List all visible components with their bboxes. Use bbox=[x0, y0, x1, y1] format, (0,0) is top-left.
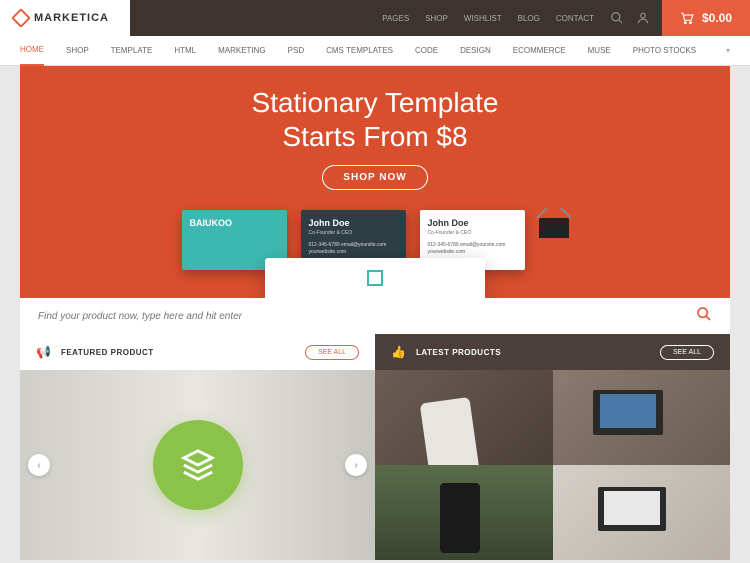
next-arrow[interactable]: › bbox=[345, 454, 367, 476]
nav-html[interactable]: HTML bbox=[174, 36, 196, 65]
nav-contact[interactable]: CONTACT bbox=[556, 14, 594, 23]
featured-title: FEATURED PRODUCT bbox=[61, 348, 295, 357]
featured-product-slide[interactable]: ‹ › bbox=[20, 370, 375, 560]
card-title: John Doe bbox=[309, 218, 398, 228]
nav-code[interactable]: CODE bbox=[415, 36, 438, 65]
product-thumb-2[interactable] bbox=[553, 370, 731, 465]
product-gallery: ‹ › bbox=[20, 370, 730, 560]
top-nav: PAGES SHOP WISHLIST BLOG CONTACT bbox=[382, 11, 662, 25]
nav-stocks[interactable]: PHOTO STOCKS bbox=[633, 36, 696, 65]
nav-shop[interactable]: SHOP bbox=[425, 14, 448, 23]
product-badge bbox=[153, 420, 243, 510]
search-icon[interactable] bbox=[610, 11, 624, 25]
nav-home[interactable]: HOME bbox=[20, 35, 44, 66]
nav-marketing[interactable]: MARKETING bbox=[218, 36, 266, 65]
card-sub: Co-Founder & CEO bbox=[309, 230, 398, 236]
nav-pages[interactable]: PAGES bbox=[382, 14, 409, 23]
nav-muse[interactable]: MUSE bbox=[588, 36, 611, 65]
product-thumb-1[interactable] bbox=[375, 370, 553, 465]
nav-shop-main[interactable]: SHOP bbox=[66, 36, 89, 65]
product-thumb-4[interactable] bbox=[553, 465, 731, 560]
card-sub: Co-Founder & CEO bbox=[428, 230, 517, 236]
binder-clip-icon bbox=[539, 218, 569, 238]
prev-arrow[interactable]: ‹ bbox=[28, 454, 50, 476]
latest-header: 👍 LATEST PRODUCTS SEE ALL bbox=[375, 334, 730, 370]
cart-button[interactable]: $0.00 bbox=[662, 0, 750, 36]
card-title: BAIUKOO bbox=[190, 218, 279, 228]
nav-template[interactable]: TEMPLATE bbox=[111, 36, 153, 65]
logo-icon bbox=[11, 8, 31, 28]
search-bar bbox=[20, 298, 730, 334]
square-icon bbox=[367, 270, 383, 286]
hero-title: Stationary TemplateStarts From $8 bbox=[20, 86, 730, 153]
shop-now-button[interactable]: SHOP NOW bbox=[322, 165, 427, 190]
main-nav: HOME SHOP TEMPLATE HTML MARKETING PSD CM… bbox=[0, 36, 750, 66]
hero-banner: Stationary TemplateStarts From $8 SHOP N… bbox=[20, 66, 730, 298]
latest-title: LATEST PRODUCTS bbox=[416, 348, 650, 357]
product-thumb-3[interactable] bbox=[375, 465, 553, 560]
large-card bbox=[265, 258, 485, 298]
see-all-featured[interactable]: SEE ALL bbox=[305, 345, 359, 360]
nav-wishlist[interactable]: WISHLIST bbox=[464, 14, 502, 23]
latest-grid bbox=[375, 370, 730, 560]
section-headers: 📢 FEATURED PRODUCT SEE ALL 👍 LATEST PROD… bbox=[20, 334, 730, 370]
megaphone-icon: 📢 bbox=[36, 345, 51, 359]
chevron-down-icon[interactable]: ▾ bbox=[726, 36, 730, 65]
see-all-latest[interactable]: SEE ALL bbox=[660, 345, 714, 360]
card-title: John Doe bbox=[428, 218, 517, 228]
search-submit-icon[interactable] bbox=[696, 306, 712, 327]
cart-icon bbox=[680, 12, 694, 24]
nav-blog[interactable]: BLOG bbox=[518, 14, 540, 23]
featured-header: 📢 FEATURED PRODUCT SEE ALL bbox=[20, 334, 375, 370]
brand-name: MARKETICA bbox=[34, 12, 109, 24]
logo[interactable]: MARKETICA bbox=[0, 0, 130, 36]
nav-cms[interactable]: CMS TEMPLATES bbox=[326, 36, 393, 65]
card-lines: 012-345-6789 email@yoursite.com yourwebs… bbox=[428, 242, 517, 256]
layers-icon bbox=[181, 448, 215, 482]
card-lines: 012-345-6789 email@yoursite.com yourwebs… bbox=[309, 242, 398, 256]
user-icon[interactable] bbox=[636, 11, 650, 25]
nav-psd[interactable]: PSD bbox=[288, 36, 304, 65]
search-input[interactable] bbox=[38, 311, 696, 322]
thumbs-up-icon: 👍 bbox=[391, 345, 406, 359]
nav-design[interactable]: DESIGN bbox=[460, 36, 491, 65]
nav-ecommerce[interactable]: ECOMMERCE bbox=[513, 36, 566, 65]
top-bar: MARKETICA PAGES SHOP WISHLIST BLOG CONTA… bbox=[0, 0, 750, 36]
cart-amount: $0.00 bbox=[702, 11, 732, 25]
